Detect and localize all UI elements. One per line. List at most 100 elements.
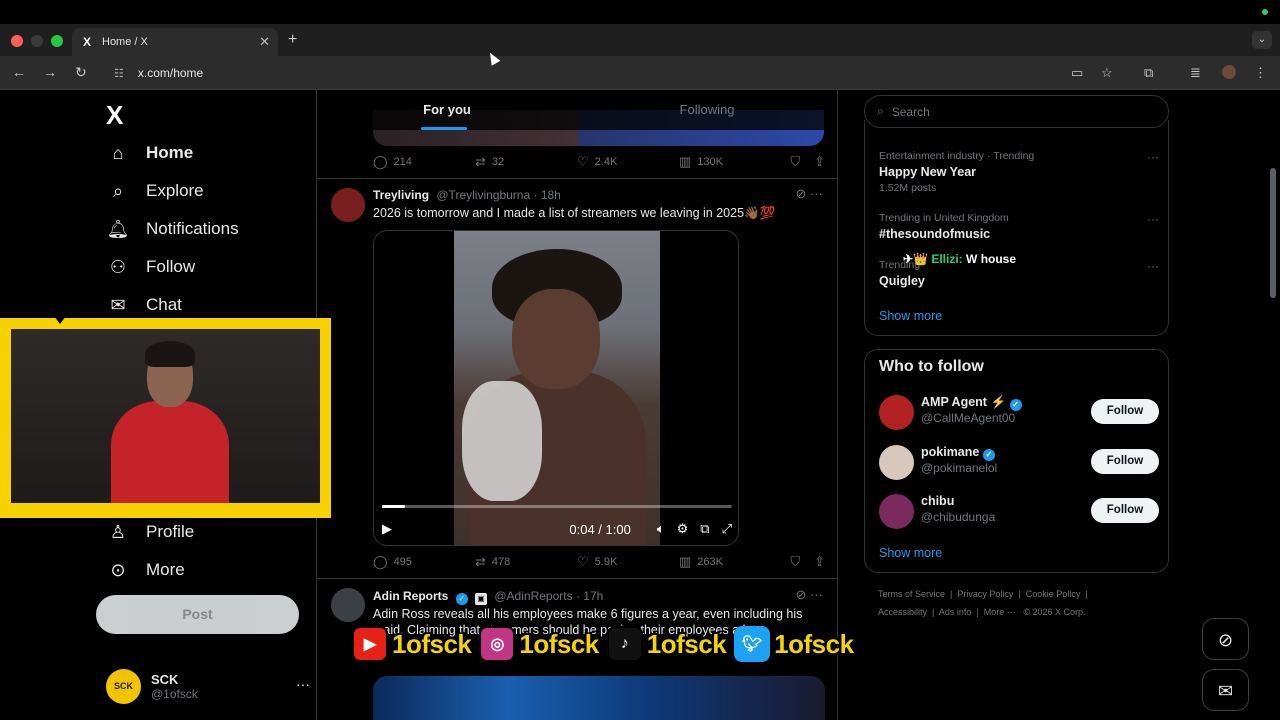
view-count: 130K <box>697 156 723 168</box>
maximize-window-button[interactable] <box>51 35 63 47</box>
follow-suggestion[interactable]: AMP Agent ⚡ ✓ @CallMeAgent00 Follow <box>879 395 1159 431</box>
cookie-link[interactable]: Cookie Policy <box>1026 589 1081 599</box>
verified-badge-icon: ✓ <box>455 593 468 605</box>
like-button[interactable]: ♡ 2.4K <box>577 154 679 170</box>
author-handle[interactable]: @AdinReports <box>494 589 572 603</box>
user-handle[interactable]: @CallMeAgent00 <box>921 411 1015 425</box>
accessibility-link[interactable]: Accessibility <box>878 607 927 617</box>
avatar[interactable] <box>879 494 914 529</box>
more-icon[interactable]: ··· <box>1147 212 1159 226</box>
nav-chat[interactable]: ✉ Chat <box>106 290 181 320</box>
video-player[interactable]: ▶ 0:04 / 1:00 🔈︎ ⚙ ⧉ ⤢ <box>373 230 739 546</box>
tab-search-button[interactable]: ⌄ <box>1252 31 1272 49</box>
nav-explore[interactable]: ⌕ Explore <box>106 176 204 206</box>
more-icon[interactable]: ··· <box>1147 259 1159 273</box>
x-logo-icon[interactable]: X <box>106 100 123 131</box>
search-icon: ⌕ <box>112 180 124 201</box>
bookmark-star-icon[interactable]: ☆ <box>1101 65 1113 81</box>
views-button[interactable]: ▥ 130K <box>679 154 781 170</box>
nav-home[interactable]: ⌂ Home <box>106 138 194 168</box>
url-bar[interactable]: ☷ x.com/home <box>104 61 1124 85</box>
bookmark-icon[interactable]: ⛉ <box>790 554 800 570</box>
grok-icon[interactable]: ⊘ <box>1202 618 1249 660</box>
cast-icon[interactable]: ▭ <box>1071 65 1083 81</box>
tweet-time[interactable]: · 18h <box>534 188 561 202</box>
user-handle[interactable]: @chibudunga <box>921 510 995 524</box>
avatar[interactable] <box>879 445 914 480</box>
account-switcher[interactable]: SCK SCK @1ofsck ··· <box>106 666 316 706</box>
user-name[interactable]: AMP Agent ⚡ ✓ <box>921 395 1026 411</box>
follow-button[interactable]: Follow <box>1091 449 1159 474</box>
tweet-media[interactable] <box>373 676 825 720</box>
ads-info-link[interactable]: Ads info <box>939 607 972 617</box>
tab-for-you[interactable]: For you <box>317 90 577 130</box>
show-more-link[interactable]: Show more <box>879 309 942 323</box>
nav-more[interactable]: ⊙ More <box>106 555 184 585</box>
author-handle[interactable]: @Treylivingburna <box>436 188 530 202</box>
trend-item[interactable]: Trending in United Kingdom #thesoundofmu… <box>879 212 1159 241</box>
system-top-bar <box>0 0 1280 24</box>
close-window-button[interactable] <box>11 35 23 47</box>
post-button[interactable]: Post <box>96 595 299 634</box>
share-icon[interactable]: ⇪ <box>814 554 825 570</box>
play-icon[interactable]: ▶ <box>382 521 392 537</box>
tweet-actions: ◯ 214 ⇄ 32 ♡ 2.4K ▥ 130K ⛉ ⇪ <box>373 152 825 172</box>
streamer <box>111 339 229 503</box>
views-button[interactable]: ▥ 263K <box>679 554 781 570</box>
browser-tab[interactable]: X Home / X ✕ <box>72 28 278 56</box>
author-name[interactable]: Adin Reports <box>373 589 448 603</box>
user-name[interactable]: chibu <box>921 494 954 508</box>
show-more-link[interactable]: Show more <box>879 546 942 560</box>
avatar[interactable] <box>331 188 365 222</box>
more-icon[interactable]: ··· <box>1147 150 1159 164</box>
reply-button[interactable]: ◯ 214 <box>373 154 475 170</box>
close-tab-icon[interactable]: ✕ <box>259 34 270 50</box>
follow-suggestion[interactable]: pokimane ✓ @pokimanelol Follow <box>879 445 1159 481</box>
nav-notifications[interactable]: 🔔︎ Notifications <box>106 214 239 244</box>
user-handle[interactable]: @pokimanelol <box>921 461 997 475</box>
more-icon[interactable]: ··· <box>296 676 310 692</box>
more-link[interactable]: More ··· <box>984 607 1016 617</box>
tweet-more-icon[interactable]: ⊘ ··· <box>796 587 824 603</box>
media-control-icon[interactable]: ≣ <box>1190 65 1201 81</box>
privacy-link[interactable]: Privacy Policy <box>957 589 1013 599</box>
bookmark-icon[interactable]: ⛉ <box>790 154 800 170</box>
tweet-more-icon[interactable]: ⊘ ··· <box>796 186 824 202</box>
share-icon[interactable]: ⇪ <box>814 154 825 170</box>
volume-icon[interactable]: 🔈︎ <box>657 521 665 537</box>
browser-menu-icon[interactable]: ⋮ <box>1254 65 1267 81</box>
trend-title: Happy New Year <box>879 165 977 179</box>
pip-icon[interactable]: ⧉ <box>700 521 709 537</box>
back-icon[interactable]: ← <box>12 64 26 80</box>
user-name[interactable]: pokimane ✓ <box>921 445 999 461</box>
nav-follow[interactable]: ⚇ Follow <box>106 252 195 282</box>
repost-button[interactable]: ⇄ 32 <box>475 154 577 170</box>
settings-icon[interactable]: ⚙ <box>677 521 689 537</box>
follow-button[interactable]: Follow <box>1091 399 1159 424</box>
nav-profile[interactable]: ♙ Profile <box>106 517 194 547</box>
trend-item[interactable]: Entertainment industry · Trending Happy … <box>879 150 1159 194</box>
scrollbar[interactable] <box>1270 168 1276 298</box>
author-name[interactable]: Treyliving <box>373 188 429 202</box>
video-progress[interactable] <box>382 505 732 508</box>
new-tab-button[interactable]: + <box>288 31 297 49</box>
extensions-icon[interactable]: ⧉ <box>1144 65 1153 81</box>
tweet-time[interactable]: · 17h <box>576 589 603 603</box>
repost-button[interactable]: ⇄ 478 <box>475 554 577 570</box>
fullscreen-icon[interactable]: ⤢ <box>722 521 732 537</box>
reply-button[interactable]: ◯ 495 <box>373 554 475 570</box>
follow-suggestion[interactable]: chibu @chibudunga Follow <box>879 494 1159 530</box>
status-dot <box>1262 9 1268 15</box>
avatar[interactable] <box>331 588 365 622</box>
profile-avatar[interactable] <box>1222 65 1236 79</box>
minimize-window-button[interactable] <box>31 35 43 47</box>
tab-following[interactable]: Following <box>577 90 837 130</box>
site-settings-icon[interactable]: ☷ <box>114 67 124 80</box>
terms-link[interactable]: Terms of Service <box>878 589 945 599</box>
avatar[interactable] <box>879 395 914 430</box>
follow-button[interactable]: Follow <box>1091 498 1159 523</box>
messages-icon[interactable]: ✉ <box>1202 669 1249 711</box>
forward-icon[interactable]: → <box>43 64 57 80</box>
reload-icon[interactable]: ↻ <box>75 64 87 81</box>
like-button[interactable]: ♡ 5.9K <box>577 554 679 570</box>
